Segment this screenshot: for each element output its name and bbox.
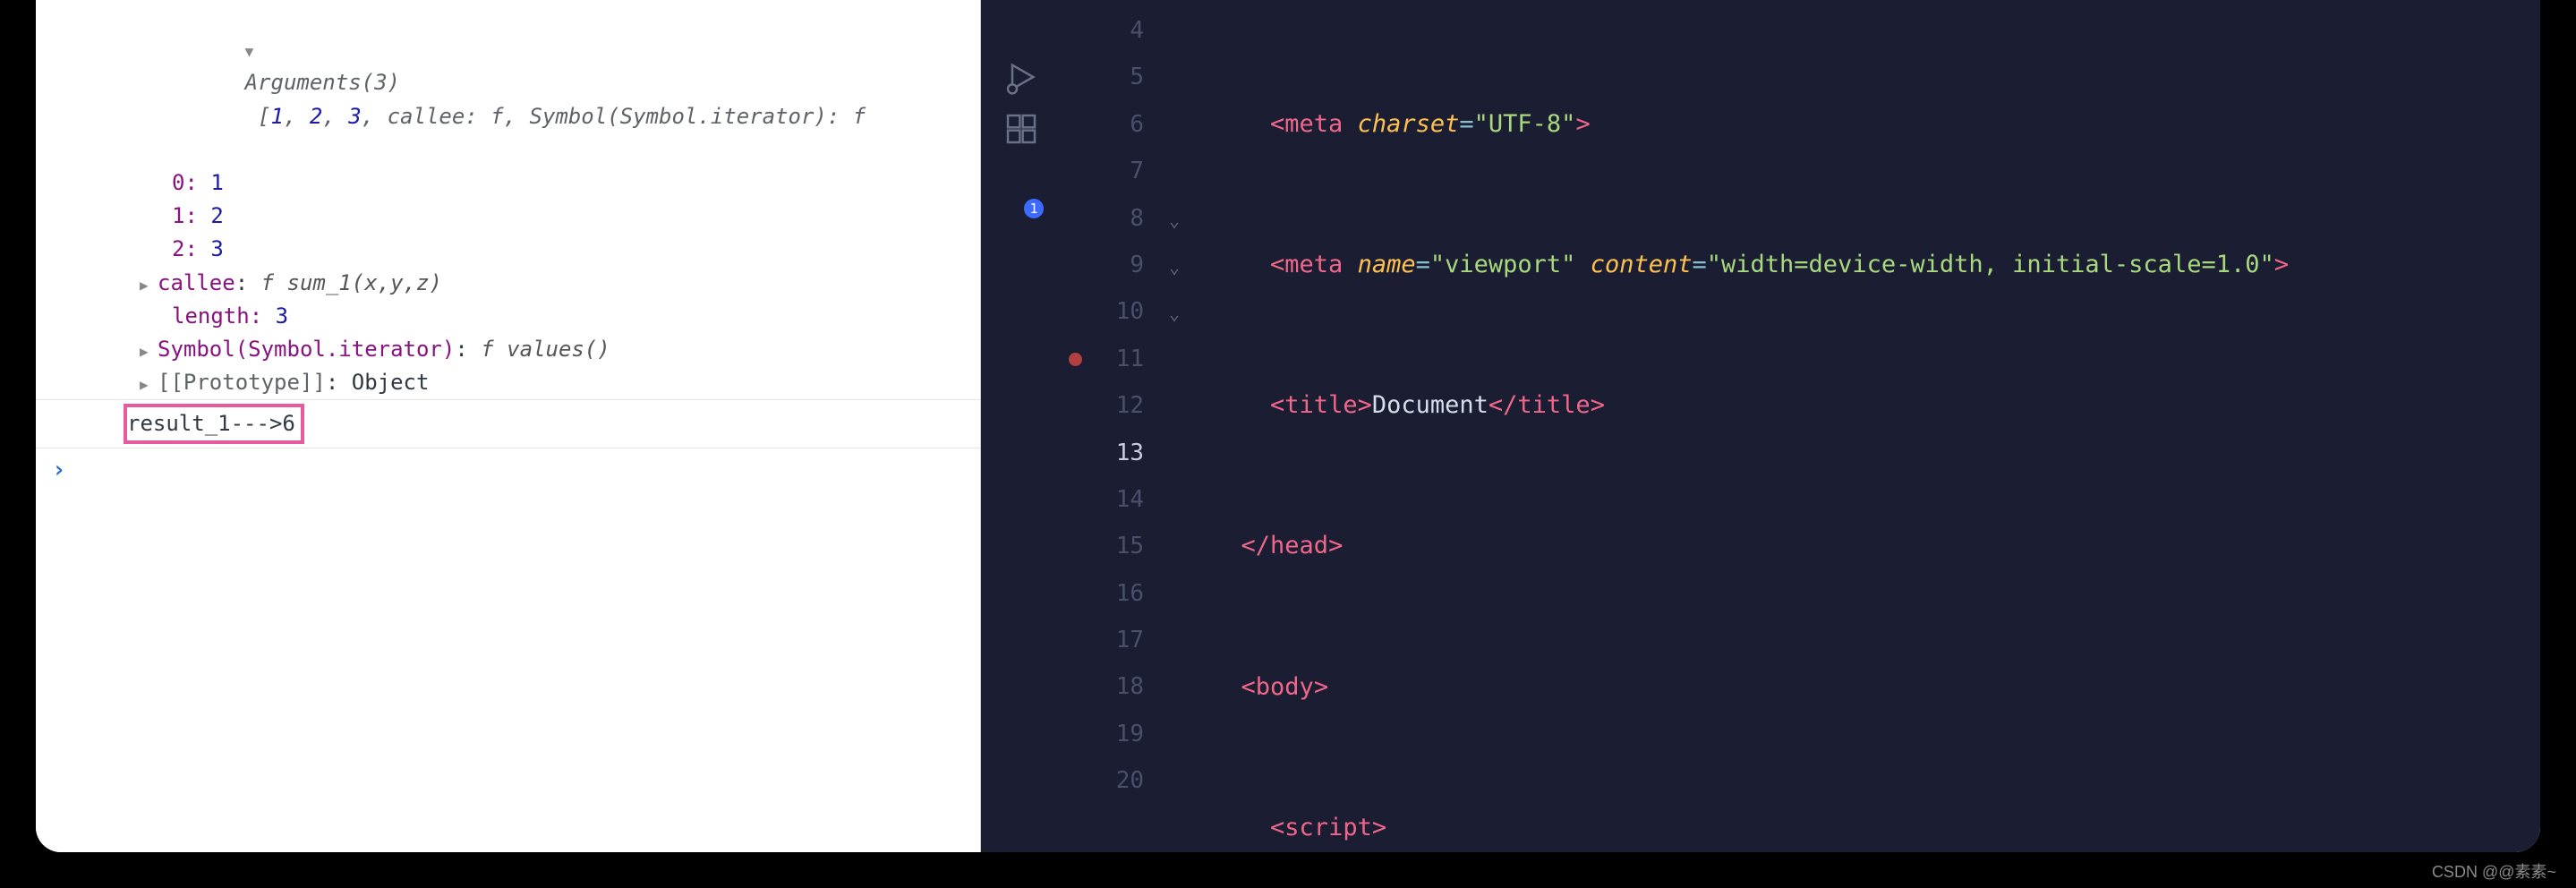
- extensions-icon[interactable]: [1003, 111, 1039, 147]
- code-line: <script>: [1212, 805, 2540, 851]
- line-number[interactable]: 15: [1062, 523, 1144, 569]
- breakpoint-icon[interactable]: [1069, 353, 1082, 366]
- line-number[interactable]: 4: [1062, 7, 1144, 54]
- line-number[interactable]: 13: [1062, 430, 1144, 476]
- arguments-label: Arguments(3): [245, 70, 400, 95]
- line-number[interactable]: 16: [1062, 570, 1144, 617]
- val: f sum_1(x,y,z): [261, 270, 442, 295]
- line-number[interactable]: 9: [1062, 242, 1144, 288]
- line-number[interactable]: 8: [1062, 195, 1144, 242]
- val: 2: [210, 203, 223, 228]
- val: f values(): [481, 337, 610, 362]
- label: Symbol(Symbol.iterator): [158, 337, 455, 362]
- label: length: [172, 303, 250, 329]
- key: 2: [172, 236, 184, 261]
- line-number[interactable]: 7: [1062, 148, 1144, 194]
- line-number[interactable]: 18: [1062, 663, 1144, 710]
- line-number[interactable]: 19: [1062, 711, 1144, 757]
- console-object-header[interactable]: Arguments(3) [1, 2, 3, callee: f, Symbol…: [36, 0, 980, 166]
- chevron-down-icon[interactable]: [245, 33, 263, 66]
- callee-row[interactable]: callee: f sum_1(x,y,z): [36, 267, 980, 300]
- line-number[interactable]: 20: [1062, 757, 1144, 804]
- devtools-console[interactable]: Arguments(3) [1, 2, 3, callee: f, Symbol…: [36, 0, 981, 852]
- val: 1: [210, 170, 223, 195]
- line-number[interactable]: 6: [1062, 101, 1144, 148]
- result-text: result_1--->6: [127, 411, 295, 436]
- chevron-right-icon[interactable]: [140, 267, 158, 300]
- symbol-row[interactable]: Symbol(Symbol.iterator): f values(): [36, 333, 980, 366]
- code-line: <body>: [1212, 664, 2540, 711]
- watermark: CSDN @@素素~: [2432, 859, 2556, 883]
- fold-icon[interactable]: ⌄: [1169, 243, 1212, 290]
- line-number[interactable]: 17: [1062, 617, 1144, 663]
- val: Object: [352, 370, 430, 395]
- key: 1: [172, 203, 184, 228]
- arg-entry-1[interactable]: 1: 2: [36, 200, 980, 233]
- code-editor[interactable]: 1 4 5 6 7 8 9 10 11 12 13 14 15 16 17 18…: [981, 0, 2540, 852]
- extensions-badge: 1: [1024, 199, 1044, 218]
- val: 3: [210, 236, 223, 261]
- console-prompt[interactable]: [36, 448, 980, 488]
- val: 3: [276, 303, 288, 329]
- activity-bar: 1: [981, 0, 1062, 852]
- prototype-row[interactable]: [[Prototype]]: Object: [36, 366, 980, 399]
- code-line: <meta name="viewport" content="width=dev…: [1212, 242, 2540, 288]
- chevron-right-icon[interactable]: [140, 366, 158, 399]
- debug-icon[interactable]: [1003, 59, 1039, 95]
- line-number[interactable]: 10: [1062, 288, 1144, 335]
- label: callee: [158, 270, 235, 295]
- line-number-gutter: 4 5 6 7 8 9 10 11 12 13 14 15 16 17 18 1…: [1062, 0, 1169, 852]
- key: 0: [172, 170, 184, 195]
- line-number[interactable]: 12: [1062, 382, 1144, 429]
- arg-entry-0[interactable]: 0: 1: [36, 166, 980, 200]
- app-container: Arguments(3) [1, 2, 3, callee: f, Symbol…: [36, 0, 2540, 852]
- length-row[interactable]: length: 3: [36, 300, 980, 333]
- arg-entry-2[interactable]: 2: 3: [36, 233, 980, 266]
- fold-icon[interactable]: ⌄: [1169, 197, 1212, 243]
- code-line: <title>Document</title>: [1212, 382, 2540, 429]
- chevron-right-icon[interactable]: [140, 333, 158, 366]
- fold-column: ⌄ ⌄ ⌄: [1169, 0, 1212, 852]
- fold-icon[interactable]: ⌄: [1169, 290, 1212, 337]
- code-line: <meta charset="UTF-8">: [1212, 101, 2540, 148]
- highlight-box: result_1--->6: [124, 404, 304, 444]
- console-log-result[interactable]: result_1--->6: [36, 399, 980, 448]
- code-line: </head>: [1212, 523, 2540, 569]
- line-number[interactable]: 14: [1062, 476, 1144, 523]
- line-number[interactable]: 5: [1062, 54, 1144, 100]
- label: [[Prototype]]: [158, 370, 326, 395]
- code-area[interactable]: <meta charset="UTF-8"> <meta name="viewp…: [1212, 0, 2540, 852]
